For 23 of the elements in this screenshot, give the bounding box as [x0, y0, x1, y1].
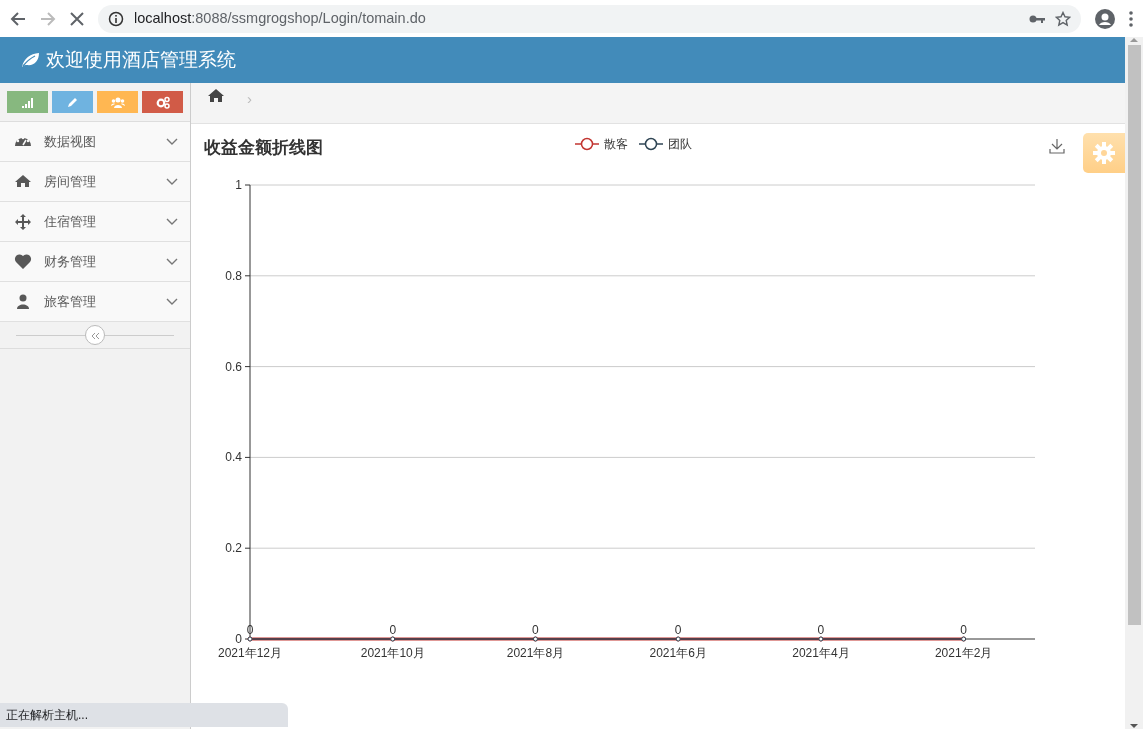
axis-tick-label: 2021年6月 [649, 646, 707, 660]
app-title: 欢迎使用酒店管理系统 [46, 47, 236, 72]
data-label: 0 [674, 623, 682, 637]
axis-tick-label: 2021年10月 [360, 646, 425, 660]
axis-tick-label: 2021年2月 [934, 646, 993, 660]
axis-tick-label: 1 [235, 178, 242, 192]
data-label: 0 [246, 623, 254, 637]
data-label: 0 [960, 623, 967, 637]
data-label: 0 [532, 623, 539, 637]
axis-tick-label: 0.2 [225, 541, 242, 556]
data-label: 0 [389, 623, 397, 637]
data-label: 0 [817, 623, 825, 637]
axis-tick-label: 2021年8月 [506, 646, 565, 660]
status-text: 正在解析主机... [0, 703, 288, 727]
axis-tick-label: 2021年12月 [218, 646, 282, 660]
axis-tick-label: 0 [235, 632, 242, 646]
axis-tick-label: 0.4 [225, 450, 242, 465]
axis-tick-label: 0.8 [225, 268, 242, 283]
chart-title: 收益金额折线图 [204, 137, 324, 160]
axis-tick-label: 0.6 [225, 359, 242, 374]
axis-tick-label: 2021年4月 [792, 646, 850, 660]
breadcrumb-separator: › [247, 89, 252, 109]
url-text: localhost:8088/ssmgrogshop/Login/tomain.do [134, 8, 426, 28]
